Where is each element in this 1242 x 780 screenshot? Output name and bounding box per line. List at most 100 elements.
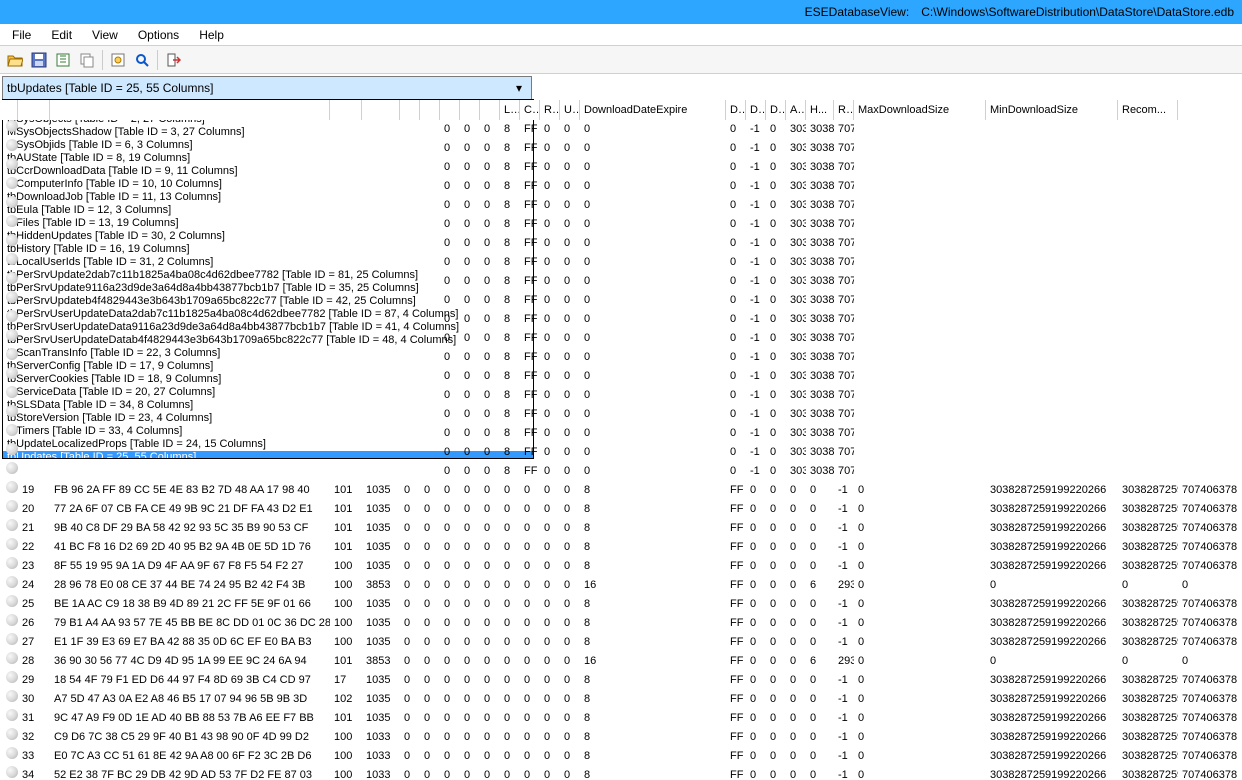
row-bullet-icon [6, 386, 18, 398]
table-row[interactable]: 2679 B1 A4 AA 93 57 7E 45 BB BE 8C DD 01… [0, 614, 1242, 633]
column-header[interactable]: D... [766, 100, 786, 120]
table-row[interactable]: 33E0 7C A3 CC 51 61 8E 42 9A A8 00 6F F2… [0, 747, 1242, 766]
table-row[interactable]: 0008FF FF FF FF FF FF FF FF0000-10303828… [0, 462, 1242, 481]
table-row[interactable]: 2918 54 4F 79 F1 ED D6 44 97 F4 8D 69 3B… [0, 671, 1242, 690]
column-header[interactable]: H... [806, 100, 834, 120]
grid-header[interactable]: L...C...R...U...DownloadDateExpireD...D.… [0, 100, 1178, 120]
column-header[interactable]: D... [726, 100, 746, 120]
row-bullet-icon [6, 557, 18, 569]
table-row[interactable]: 0008FF FF FF FF FF FF FF FF0000-10303828… [0, 177, 1242, 196]
table-row[interactable]: 0008FF FF FF FF FF FF FF FF0000-10303828… [0, 120, 1242, 139]
row-bullet-icon [6, 367, 18, 379]
column-header[interactable] [440, 100, 460, 120]
column-header[interactable]: U... [560, 100, 580, 120]
row-bullet-icon [6, 538, 18, 550]
title-app: ESEDatabaseView: [805, 5, 910, 19]
table-row[interactable]: 0008FF FF FF FF FF FF FF FF0000-10303828… [0, 348, 1242, 367]
column-header[interactable]: A... [786, 100, 806, 120]
table-row[interactable]: 2836 90 30 56 77 4C D9 4D 95 1A 99 EE 9C… [0, 652, 1242, 671]
row-bullet-icon [6, 424, 18, 436]
row-bullet-icon [6, 690, 18, 702]
table-row[interactable]: 32C9 D6 7C 38 C5 29 9F 40 B1 43 98 90 0F… [0, 728, 1242, 747]
save-icon[interactable] [28, 49, 50, 71]
table-row[interactable]: 319C 47 A9 F9 0D 1E AD 40 BB 88 53 7B A6… [0, 709, 1242, 728]
refresh-icon[interactable] [52, 49, 74, 71]
table-row[interactable]: 27E1 1F 39 E3 69 E7 BA 42 88 35 0D 6C EF… [0, 633, 1242, 652]
table-row[interactable]: 0008FF FF FF FF FF FF FF FF0000-10303828… [0, 139, 1242, 158]
row-bullet-icon [6, 595, 18, 607]
column-header[interactable]: MaxDownloadSize [854, 100, 986, 120]
column-header[interactable]: D... [746, 100, 766, 120]
table-row[interactable]: 0008FF FF FF FF FF FF FF FF0000-10303828… [0, 253, 1242, 272]
table-row[interactable]: 238F 55 19 95 9A 1A D9 4F AA 9F 67 F8 F5… [0, 557, 1242, 576]
table-row[interactable]: 25BE 1A AC C9 18 38 B9 4D 89 21 2C FF 5E… [0, 595, 1242, 614]
row-bullet-icon [6, 120, 18, 132]
chevron-down-icon[interactable]: ▾ [511, 77, 527, 99]
column-header[interactable] [420, 100, 440, 120]
exit-icon[interactable] [162, 49, 184, 71]
column-header[interactable] [362, 100, 400, 120]
table-row[interactable]: 0008FF FF FF FF FF FF FF FF0000-10303828… [0, 272, 1242, 291]
menu-file[interactable]: File [2, 26, 41, 44]
table-row[interactable]: 0008FF FF FF FF FF FF FF FF0000-10303828… [0, 424, 1242, 443]
row-bullet-icon [6, 443, 18, 455]
find-icon[interactable] [131, 49, 153, 71]
grid-body[interactable]: 0008FF FF FF FF FF FF FF FF0000-10303828… [0, 120, 1242, 780]
table-row[interactable]: 0008FF FF FF FF FF FF FF FF0000-10303828… [0, 386, 1242, 405]
column-header[interactable]: R... [540, 100, 560, 120]
table-row[interactable]: 0008FF FF FF FF FF FF FF FF0000-10303828… [0, 329, 1242, 348]
column-header[interactable] [0, 100, 18, 120]
column-header[interactable]: L... [500, 100, 520, 120]
title-path: C:\Windows\SoftwareDistribution\DataStor… [921, 5, 1234, 19]
row-bullet-icon [6, 614, 18, 626]
combo-selected-text: tbUpdates [Table ID = 25, 55 Columns] [7, 77, 213, 99]
open-icon[interactable] [4, 49, 26, 71]
row-bullet-icon [6, 747, 18, 759]
properties-icon[interactable] [107, 49, 129, 71]
row-bullet-icon [6, 348, 18, 360]
column-header[interactable] [480, 100, 500, 120]
column-header[interactable]: MinDownloadSize [986, 100, 1118, 120]
column-header[interactable] [50, 100, 330, 120]
menu-edit[interactable]: Edit [41, 26, 82, 44]
table-row[interactable]: 2077 2A 6F 07 CB FA CE 49 9B 9C 21 DF FA… [0, 500, 1242, 519]
row-bullet-icon [6, 766, 18, 778]
table-selector-combo[interactable]: tbUpdates [Table ID = 25, 55 Columns] ▾ … [2, 76, 532, 100]
table-row[interactable]: 219B 40 C8 DF 29 BA 58 42 92 93 5C 35 B9… [0, 519, 1242, 538]
toolbar-separator [102, 50, 103, 70]
row-bullet-icon [6, 519, 18, 531]
table-row[interactable]: 0008FF FF FF FF FF FF FF FF0000-10303828… [0, 158, 1242, 177]
row-bullet-icon [6, 253, 18, 265]
table-row[interactable]: 2428 96 78 E0 08 CE 37 44 BE 74 24 95 B2… [0, 576, 1242, 595]
column-header[interactable] [330, 100, 362, 120]
toolbar [0, 46, 1242, 74]
column-header[interactable] [460, 100, 480, 120]
table-row[interactable]: 0008FF FF FF FF FF FF FF FF0000-10303828… [0, 405, 1242, 424]
menu-view[interactable]: View [82, 26, 128, 44]
table-row[interactable]: 19FB 96 2A FF 89 CC 5E 4E 83 B2 7D 48 AA… [0, 481, 1242, 500]
row-bullet-icon [6, 310, 18, 322]
table-row[interactable]: 3452 E2 38 7F BC 29 DB 42 9D AD 53 7F D2… [0, 766, 1242, 780]
column-header[interactable]: DownloadDateExpire [580, 100, 726, 120]
toolbar-separator-2 [157, 50, 158, 70]
column-header[interactable]: C... [520, 100, 540, 120]
table-row[interactable]: 0008FF FF FF FF FF FF FF FF0000-10303828… [0, 234, 1242, 253]
row-bullet-icon [6, 291, 18, 303]
table-row[interactable]: 0008FF FF FF FF FF FF FF FF0000-10303828… [0, 310, 1242, 329]
table-row[interactable]: 2241 BC F8 16 D2 69 2D 40 95 B2 9A 4B 0E… [0, 538, 1242, 557]
table-row[interactable]: 0008FF FF FF FF FF FF FF FF0000-10303828… [0, 196, 1242, 215]
column-header[interactable] [400, 100, 420, 120]
column-header[interactable] [18, 100, 50, 120]
copy-icon[interactable] [76, 49, 98, 71]
menu-help[interactable]: Help [189, 26, 234, 44]
table-row[interactable]: 0008FF FF FF FF FF FF FF FF0000-10303828… [0, 291, 1242, 310]
table-row[interactable]: 0008FF FF FF FF FF FF FF FF0000-10303828… [0, 443, 1242, 462]
table-row[interactable]: 0008FF FF FF FF FF FF FF FF0000-10303828… [0, 367, 1242, 386]
table-row[interactable]: 30A7 5D 47 A3 0A E2 A8 46 B5 17 07 94 96… [0, 690, 1242, 709]
menu-options[interactable]: Options [128, 26, 189, 44]
row-bullet-icon [6, 158, 18, 170]
column-header[interactable]: R... [834, 100, 854, 120]
row-bullet-icon [6, 272, 18, 284]
column-header[interactable]: Recom... [1118, 100, 1178, 120]
table-row[interactable]: 0008FF FF FF FF FF FF FF FF0000-10303828… [0, 215, 1242, 234]
